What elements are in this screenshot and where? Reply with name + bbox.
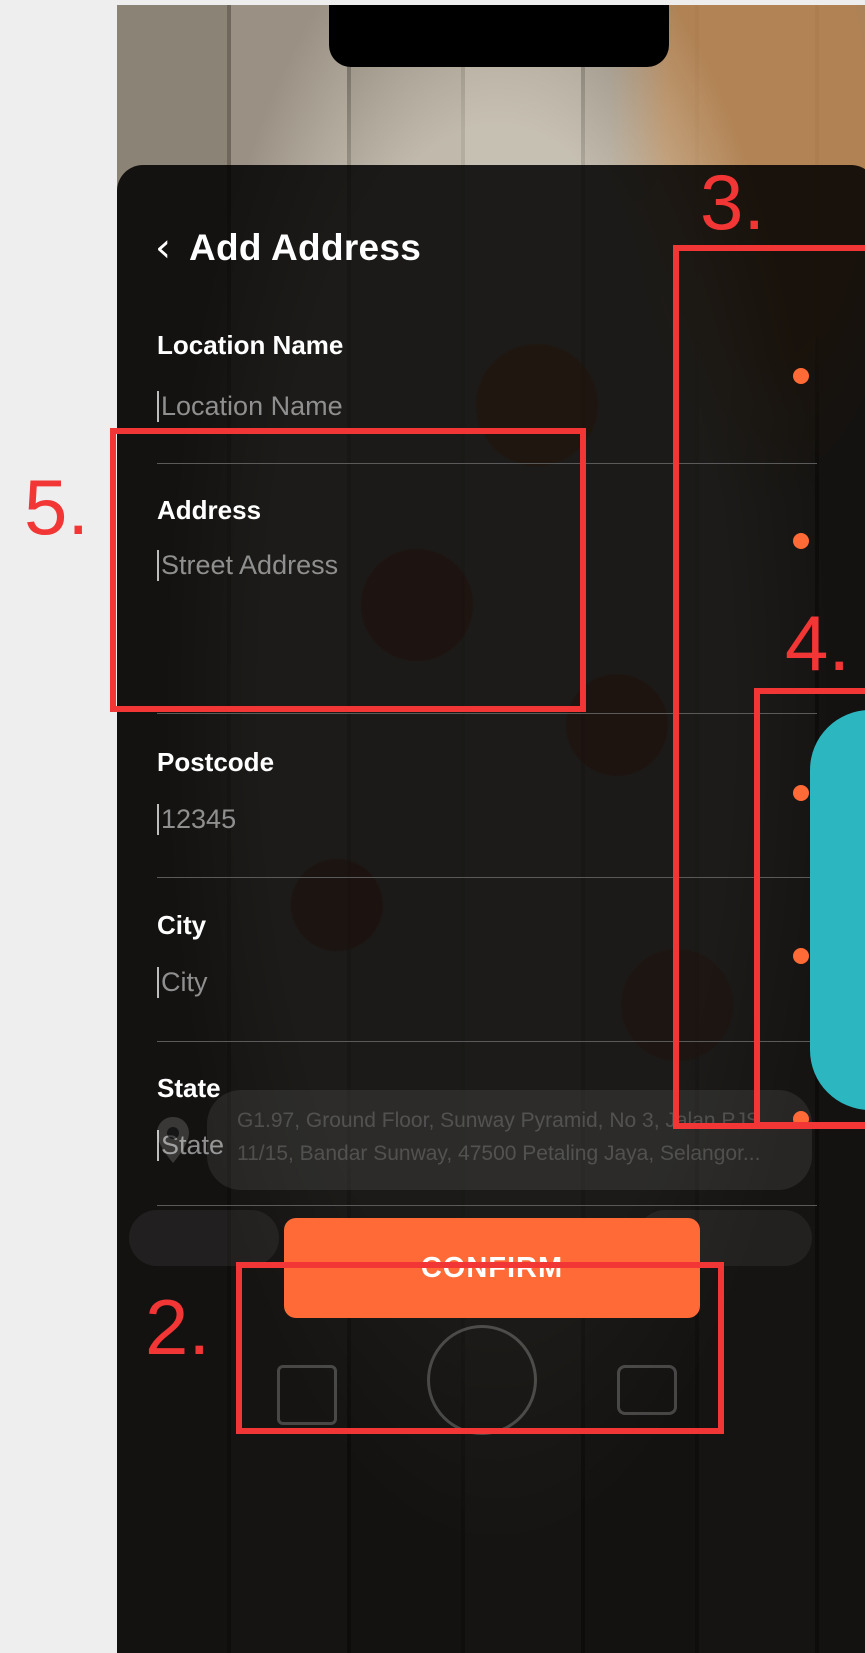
postcode-field: Postcode	[157, 747, 817, 835]
orange-dot	[793, 1111, 809, 1127]
home-nav-icon	[427, 1325, 537, 1435]
back-chevron-icon[interactable]: ‹	[155, 228, 171, 268]
divider	[157, 1205, 817, 1206]
location-name-field: Location Name	[157, 330, 817, 422]
annotation-label-5: 5.	[24, 463, 90, 551]
phone-notch	[329, 5, 669, 67]
city-field: City	[157, 910, 817, 998]
divider	[157, 1041, 817, 1042]
divider	[157, 877, 817, 878]
page-title: Add Address	[189, 227, 422, 268]
confirm-button[interactable]: CONFIRM	[284, 1218, 700, 1318]
location-summary-pill: G1.97, Ground Floor, Sunway Pyramid, No …	[207, 1090, 812, 1190]
address-field: Address	[157, 495, 817, 581]
city-input[interactable]	[157, 967, 817, 998]
orange-dot	[793, 533, 809, 549]
teal-shape	[810, 710, 865, 1110]
orange-dot	[793, 368, 809, 384]
annotation-label-2: 2.	[145, 1283, 211, 1371]
background-bottom-nav	[117, 1305, 865, 1435]
annotation-label-3: 3.	[700, 158, 766, 246]
divider	[157, 463, 817, 464]
postcode-input[interactable]	[157, 804, 817, 835]
street-address-input[interactable]	[157, 550, 817, 581]
city-label: City	[157, 910, 207, 940]
background-category-button	[129, 1210, 279, 1266]
postcode-label: Postcode	[157, 747, 275, 777]
annotation-label-4: 4.	[785, 599, 851, 687]
orange-dot	[793, 948, 809, 964]
address-label: Address	[157, 495, 262, 525]
reorder-nav-icon	[617, 1365, 677, 1415]
location-name-input[interactable]	[157, 391, 817, 422]
location-name-label: Location Name	[157, 330, 344, 360]
header: ‹ Add Address	[155, 227, 421, 269]
divider	[157, 713, 817, 714]
orange-dot	[793, 785, 809, 801]
menu-nav-icon	[277, 1365, 337, 1425]
phone-frame: ‹ Add Address Location Name Address Post…	[117, 5, 865, 1653]
location-pin-icon	[157, 1117, 189, 1163]
